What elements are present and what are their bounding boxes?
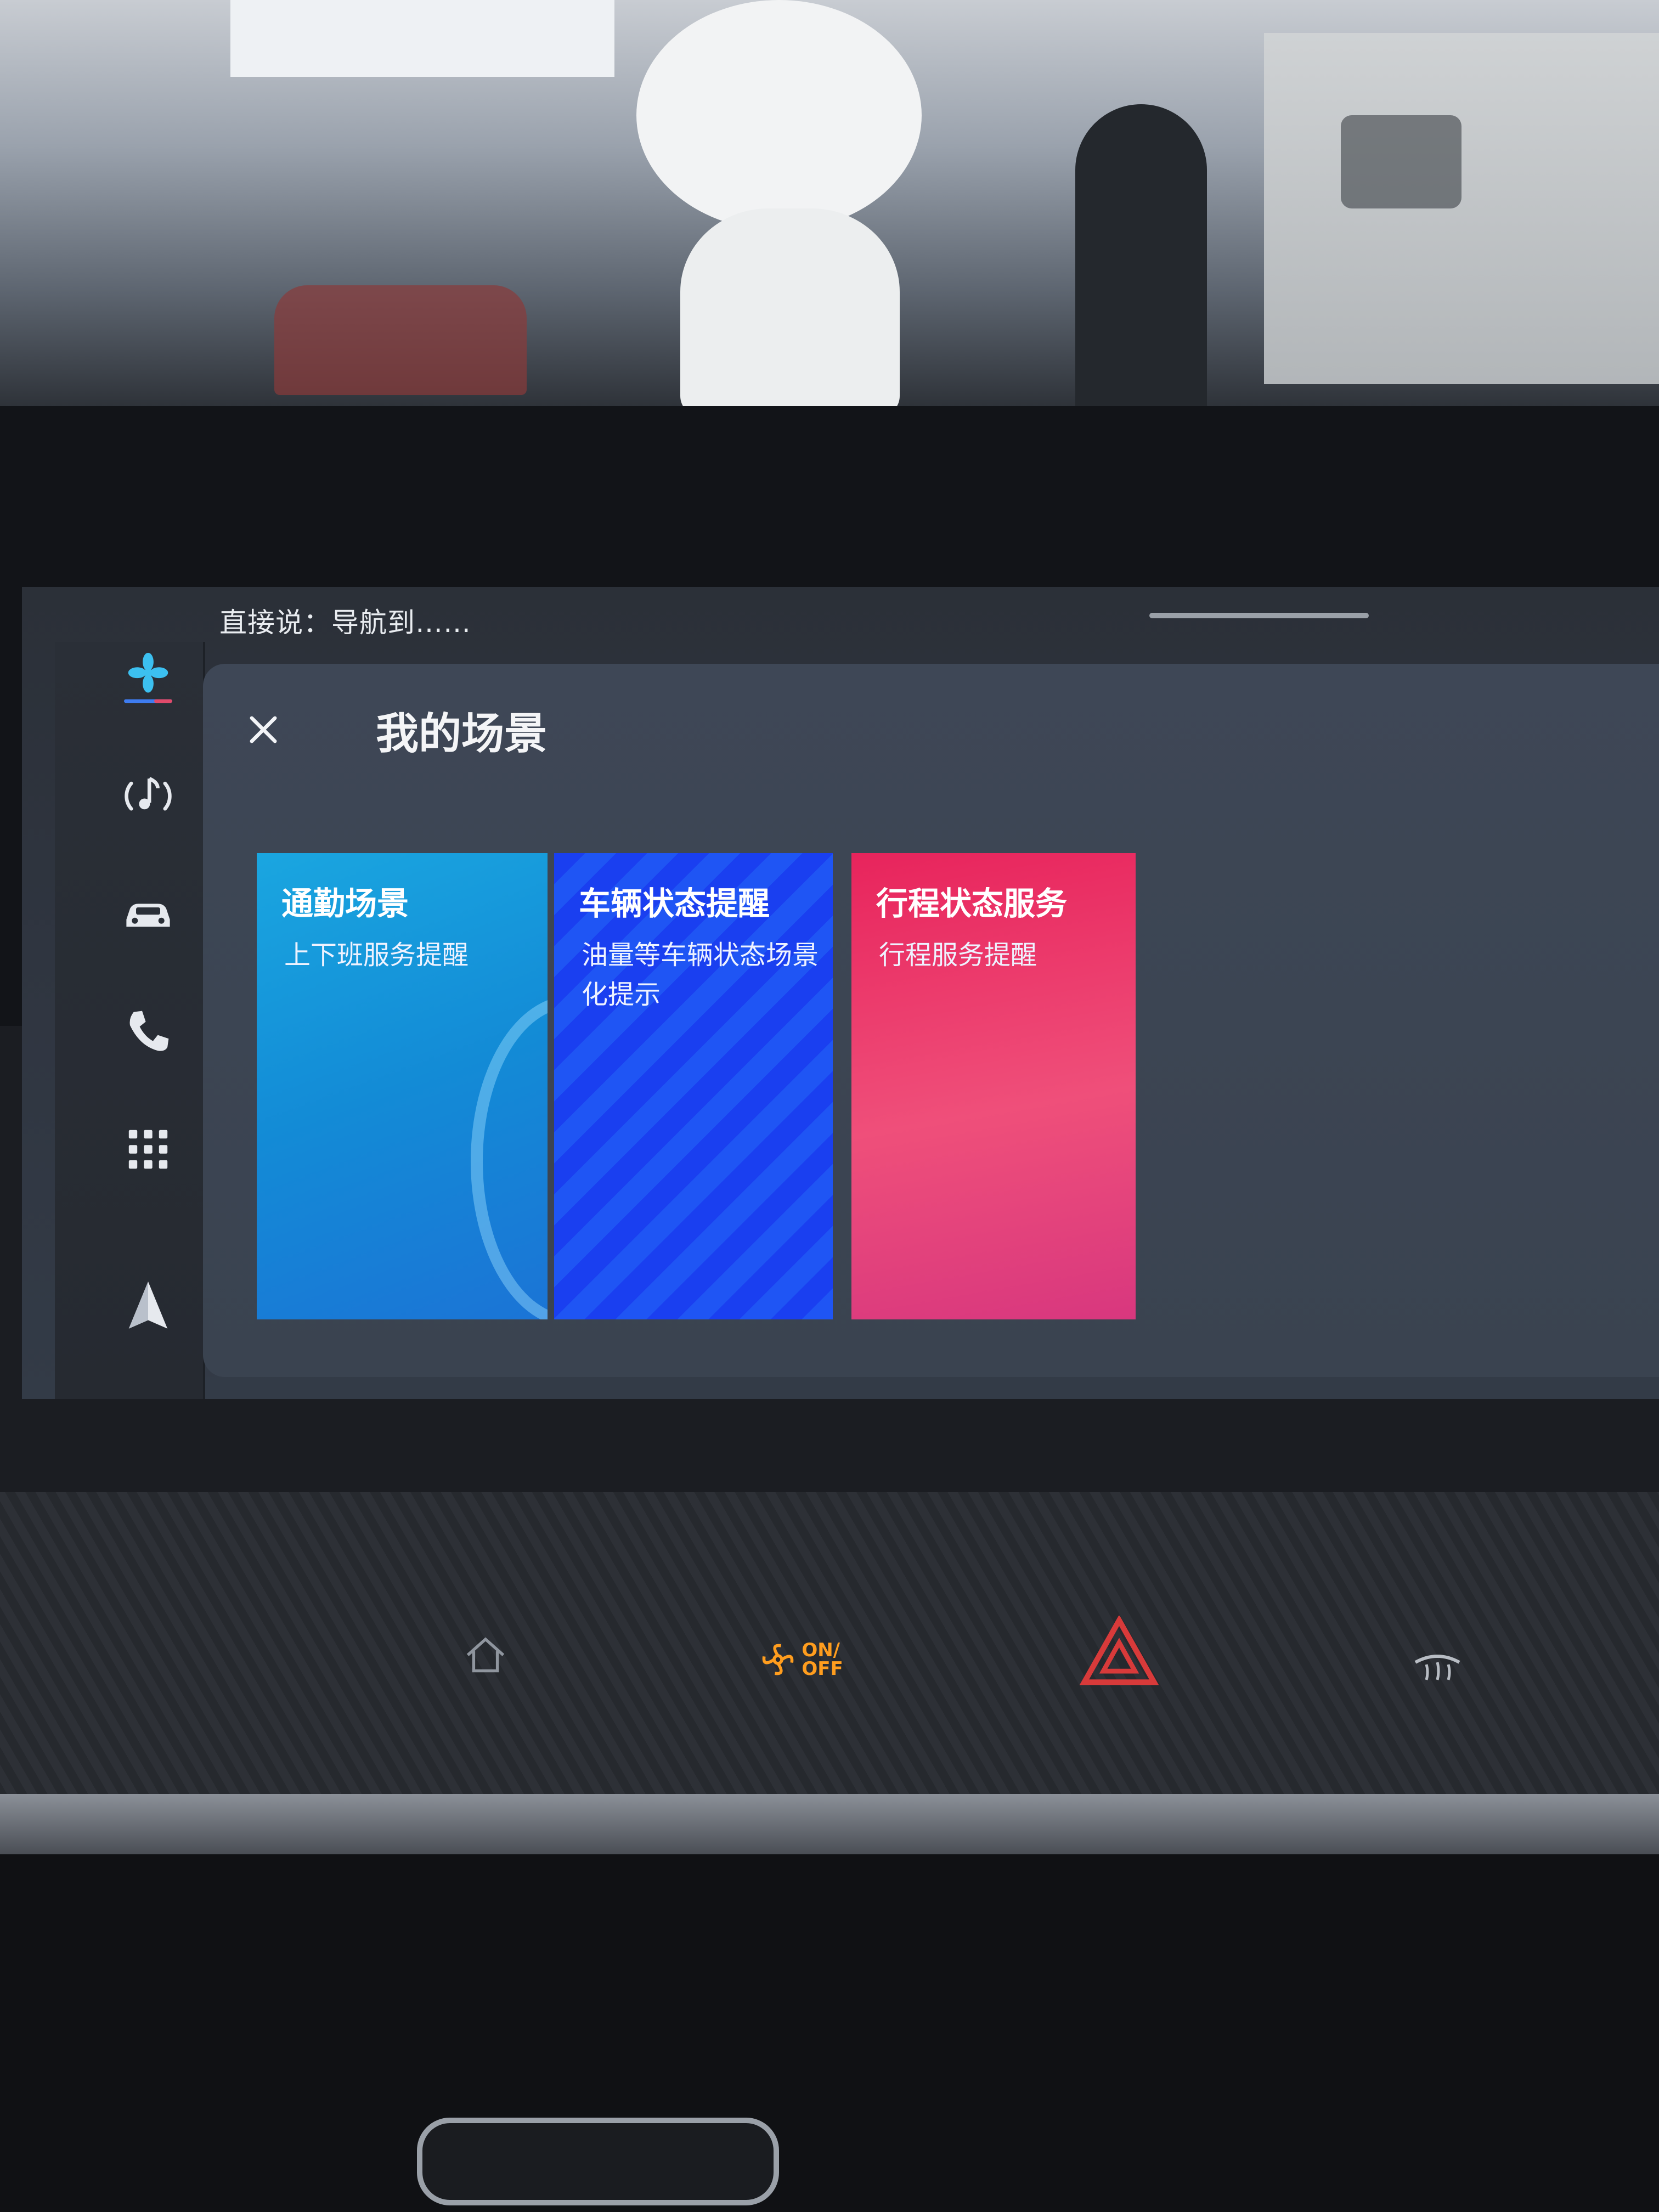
hazard-button[interactable] [1075,1613,1163,1690]
voice-hint-text: 直接说：导航到…… [219,607,471,639]
chrome-trim [0,1794,1659,1854]
sidebar-item-apps[interactable] [112,1114,184,1185]
booth-wall [1264,33,1659,384]
mascot-figure-head [636,0,922,230]
hazard-triangle-icon [1079,1616,1159,1685]
defrost-button[interactable] [1404,1643,1470,1692]
air-vent [417,2118,779,2205]
sidebar-item-vehicle[interactable] [112,878,184,949]
fan-icon [124,652,172,703]
navigation-arrow-icon [128,1282,168,1329]
card-subtitle: 油量等车辆状态场景化提示 [582,940,819,1010]
music-icon [125,777,172,811]
background-car [274,285,527,395]
lower-dashboard [0,1854,1659,2212]
climate-power-button[interactable]: ON/ OFF [752,1629,850,1690]
card-title: 通勤场景 [281,885,409,922]
mascot-figure-body [680,208,900,417]
close-icon [250,716,277,743]
fan-power-icon [762,1644,794,1675]
close-button[interactable] [230,697,296,763]
card-title: 车辆状态提醒 [579,885,770,922]
defrost-icon [1414,1655,1460,1680]
car-icon [126,904,170,927]
grid-icon [128,1130,168,1169]
scene-card-vehicle-status[interactable]: 车辆状态提醒 油量等车辆状态场景化提示 [554,853,833,1319]
onoff-label-off: OFF [802,1658,843,1680]
onoff-label: ON/ OFF [802,1641,843,1678]
home-icon [466,1637,505,1673]
card-title: 行程状态服务 [876,885,1068,922]
card-decoration [471,996,548,1319]
sidebar-item-media[interactable] [112,760,184,831]
scene-card-trip-service[interactable]: 行程状态服务 行程服务提醒 [851,853,1136,1319]
home-button[interactable] [455,1624,516,1684]
ceiling-light [230,0,614,77]
card-subtitle: 行程服务提醒 [879,940,1037,970]
sidebar-item-climate[interactable] [112,642,184,713]
sidebar-item-navigation[interactable] [112,1270,184,1341]
card-subtitle: 上下班服务提醒 [284,940,469,970]
pull-down-handle[interactable] [1149,613,1369,618]
booth-logo [1341,115,1462,208]
background-person [1075,104,1207,411]
onoff-label-on: ON/ [802,1639,840,1661]
scene-card-commute[interactable]: 通勤场景 上下班服务提醒 [257,853,548,1319]
phone-icon [129,1011,169,1051]
sidebar-item-phone[interactable] [112,996,184,1067]
sidebar [55,642,205,1399]
panel-title: 我的场景 [376,709,548,759]
